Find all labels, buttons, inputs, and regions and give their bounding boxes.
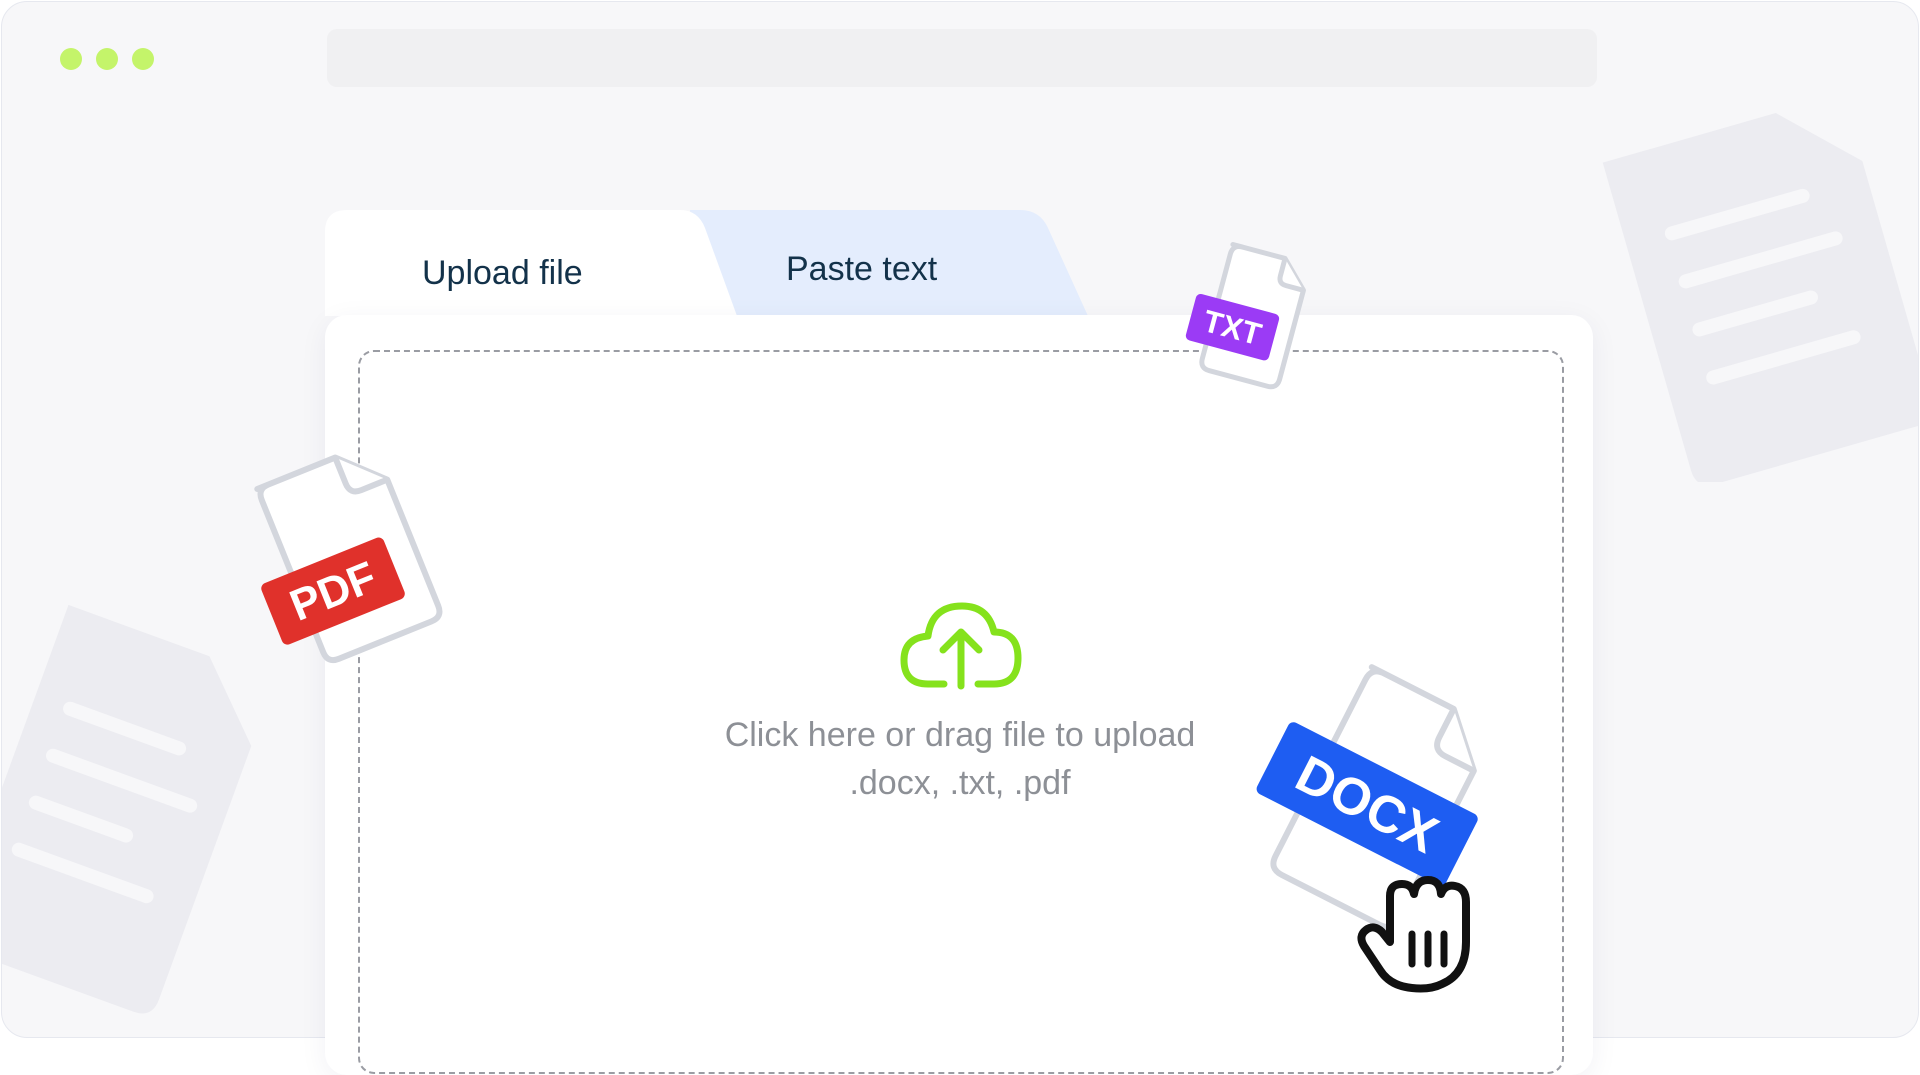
window-dot-icon[interactable] <box>60 48 82 70</box>
txt-file-icon: TXT <box>1185 241 1306 390</box>
background-document-icon <box>2 604 252 1014</box>
window-dot-icon[interactable] <box>132 48 154 70</box>
background-document-icon <box>1602 113 1918 482</box>
tab-upload-file-label[interactable]: Upload file <box>422 254 583 293</box>
address-bar[interactable] <box>327 29 1597 87</box>
cloud-upload-icon <box>900 602 1022 690</box>
window-dot-icon[interactable] <box>96 48 118 70</box>
pdf-file-icon: PDF <box>254 454 443 664</box>
grab-cursor-icon <box>1357 876 1470 993</box>
tab-paste-text-label[interactable]: Paste text <box>786 250 937 289</box>
window-controls <box>60 48 154 70</box>
